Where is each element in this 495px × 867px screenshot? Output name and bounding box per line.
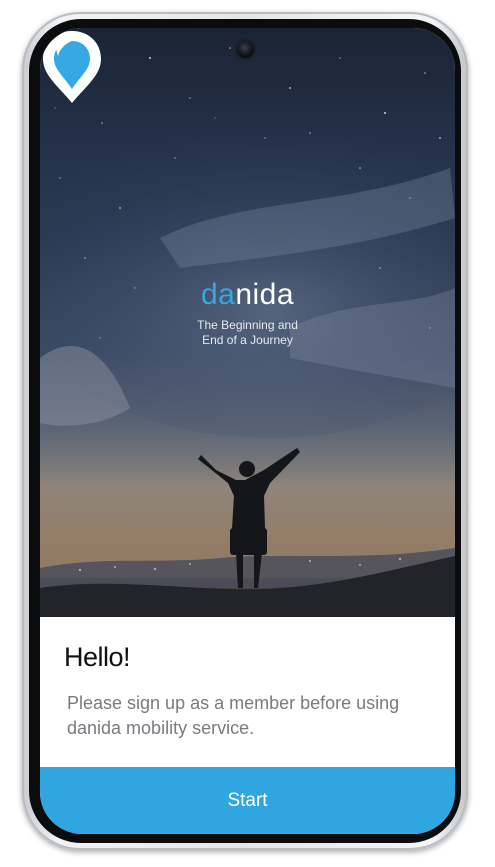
location-pin-icon xyxy=(43,31,101,103)
signup-message: Please sign up as a member before using … xyxy=(67,693,400,738)
hero-background: danida The Beginning and End of a Journe… xyxy=(40,28,455,617)
brand-wordmark-accent: da xyxy=(200,278,236,311)
brand-wordmark: danida xyxy=(40,278,455,312)
app-screen: danida The Beginning and End of a Journe… xyxy=(40,28,455,834)
welcome-card: Hello! Please sign up as a member before… xyxy=(40,617,455,767)
front-camera xyxy=(237,41,254,58)
brand-wordmark-main: nida xyxy=(235,278,295,311)
tagline: The Beginning and End of a Journey xyxy=(40,318,455,348)
tagline-line-2: End of a Journey xyxy=(202,333,293,347)
greeting-title: Hello! xyxy=(64,642,131,672)
start-button[interactable]: Start xyxy=(40,767,455,834)
tagline-line-1: The Beginning and xyxy=(197,318,298,332)
